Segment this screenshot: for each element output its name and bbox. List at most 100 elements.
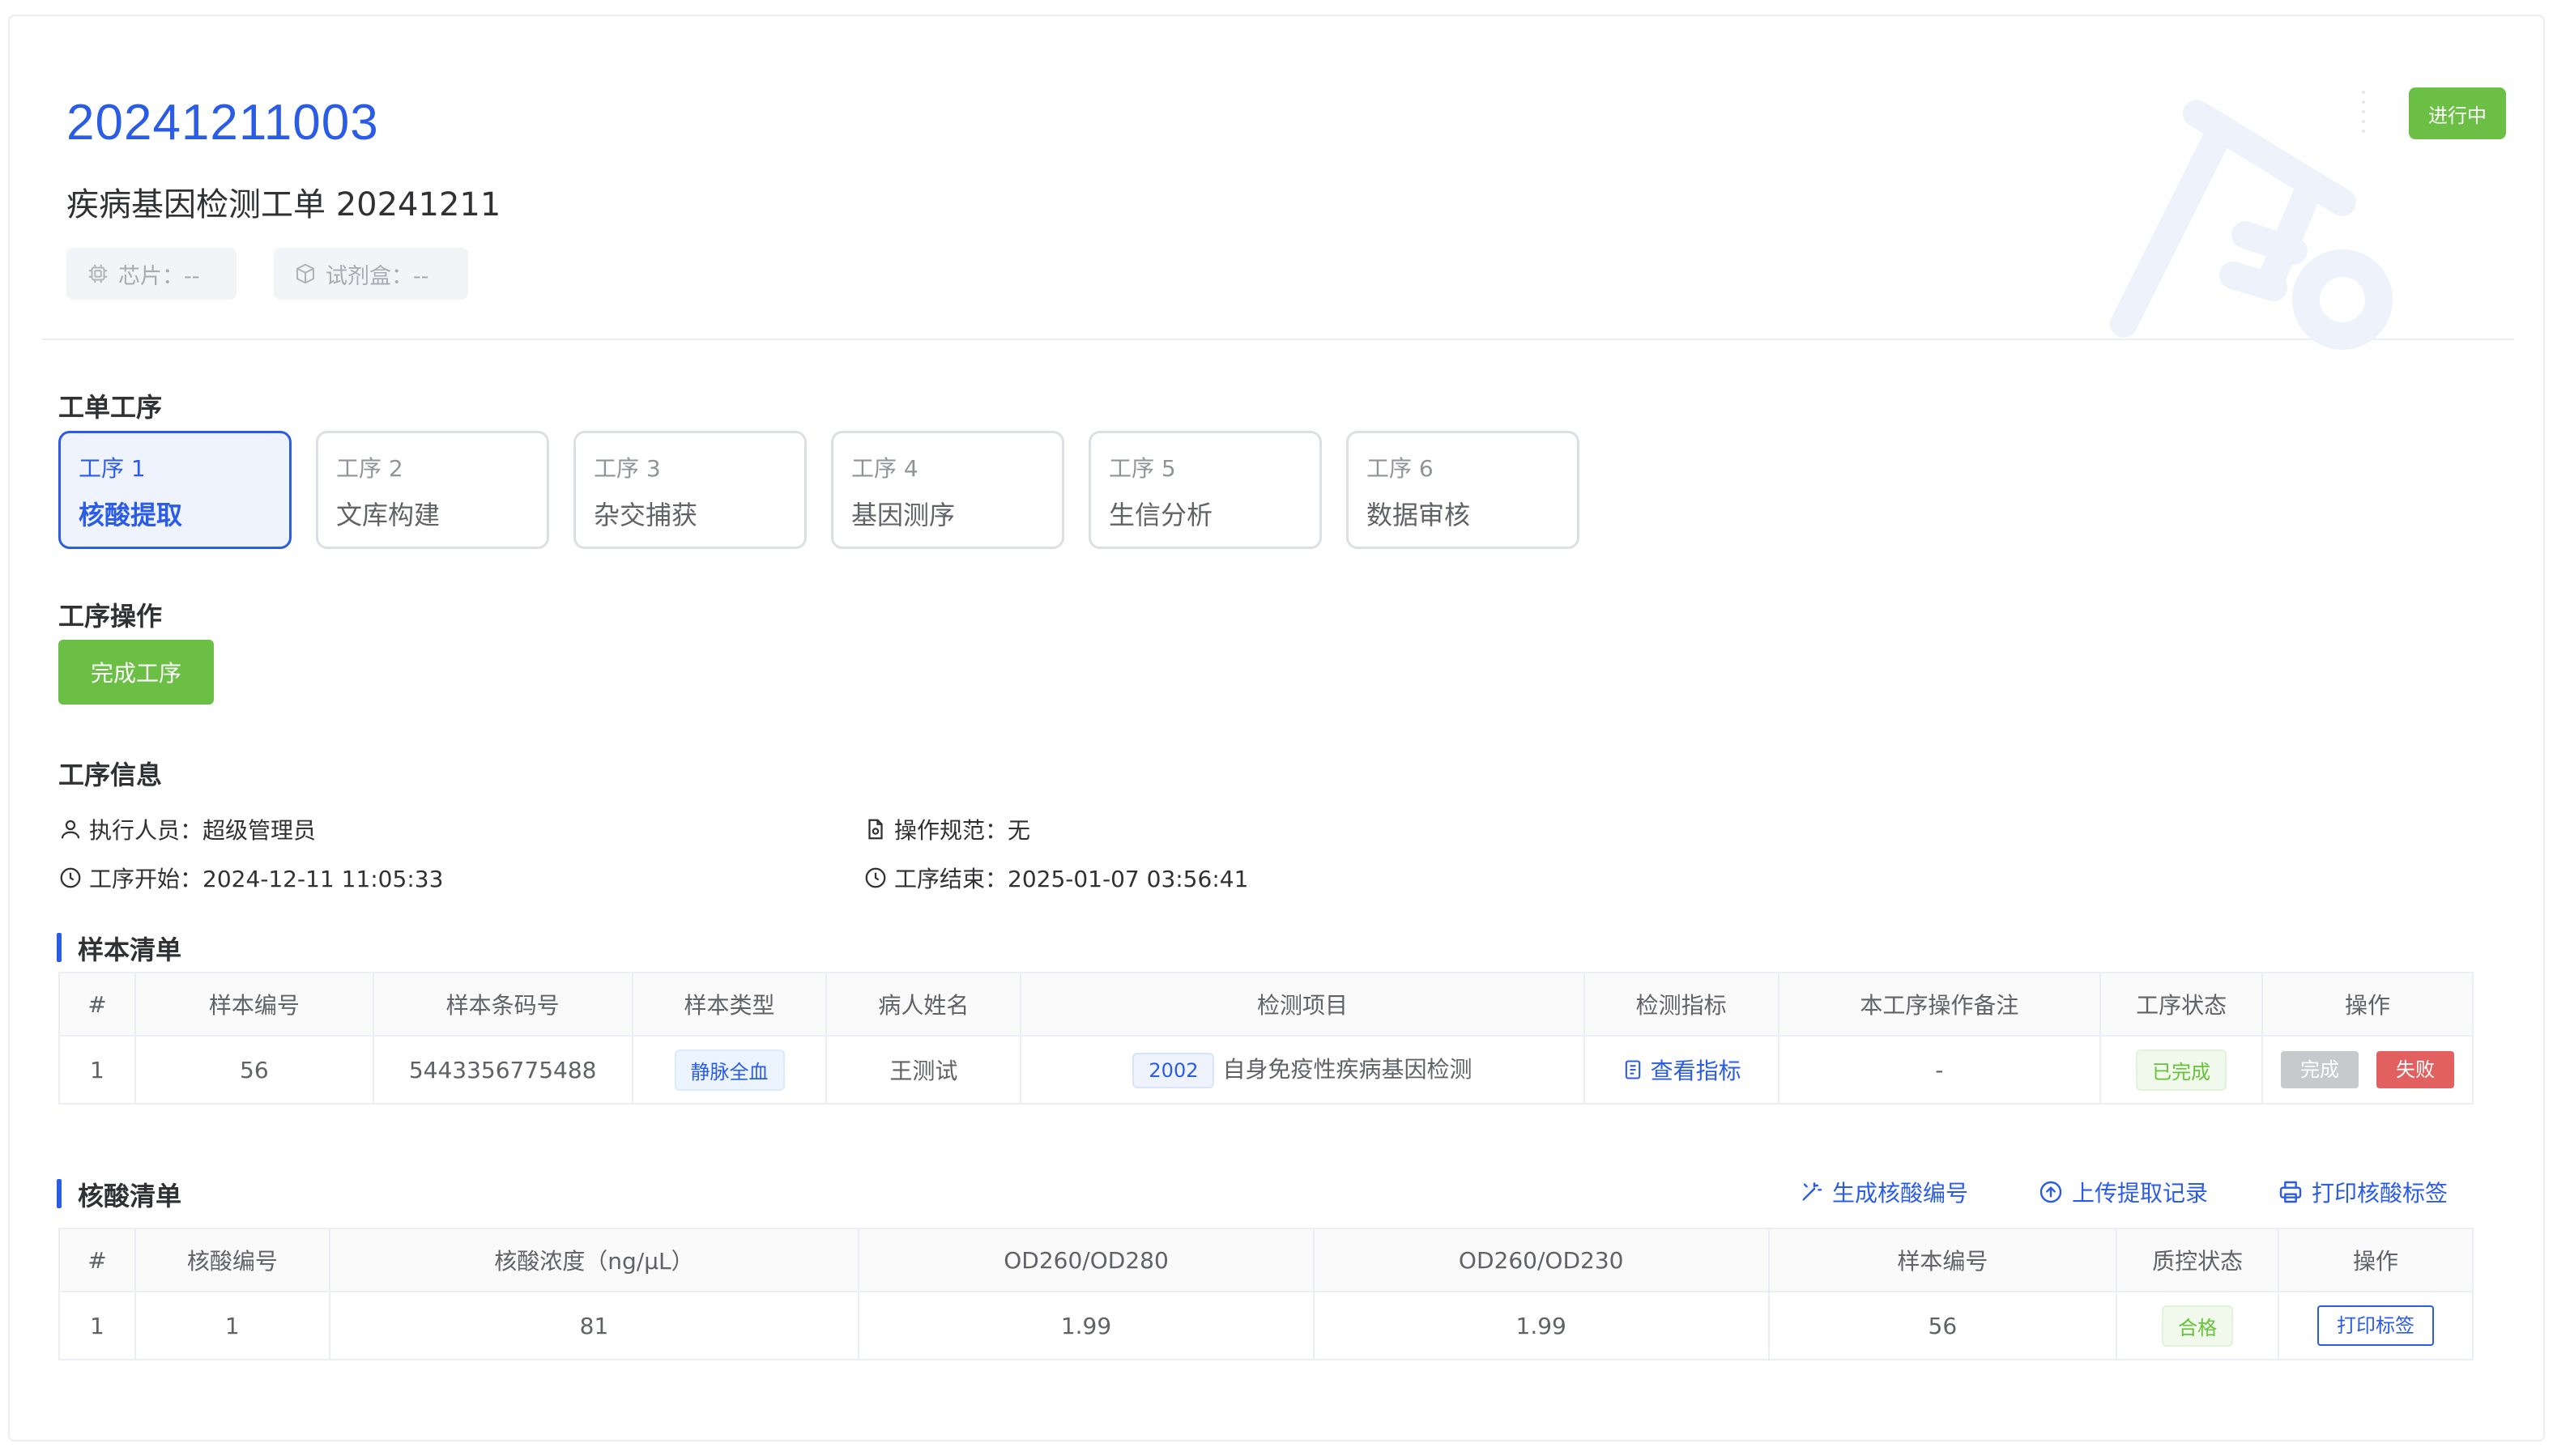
col-header: OD260/OD280 xyxy=(858,1228,1315,1292)
project-name: 自身免疫性疾病基因检测 xyxy=(1222,1055,1473,1083)
step-status-tag: 已完成 xyxy=(2136,1049,2227,1091)
operator-info: 执行人员：超级管理员 xyxy=(58,813,316,845)
kit-tag: 试剂盒：-- xyxy=(274,248,468,300)
row-index: 1 xyxy=(58,1291,136,1360)
od260-od230: 1.99 xyxy=(1312,1291,1770,1360)
col-header: 核酸浓度（ng/μL） xyxy=(328,1228,860,1292)
step-number: 工序 3 xyxy=(594,455,661,482)
chip-icon xyxy=(88,264,108,283)
nucleic-section-title: 核酸清单 xyxy=(57,1176,181,1213)
generate-nucleic-no-label: 生成核酸编号 xyxy=(1832,1180,1969,1207)
start-time-info: 工序开始：2024-12-11 11:05:33 xyxy=(58,862,443,894)
box-icon xyxy=(296,263,314,284)
chip-label: 芯片：-- xyxy=(118,263,200,289)
order-header: 20241211003 疾病基因检测工单 20241211 芯片：-- 试剂盒：… xyxy=(42,16,2514,350)
step-name: 基因测序 xyxy=(851,500,956,530)
step-name: 文库构建 xyxy=(336,500,441,530)
ops-section-title: 工序操作 xyxy=(58,601,163,632)
step-name: 杂交捕获 xyxy=(594,500,698,530)
complete-step-button[interactable]: 完成工序 xyxy=(58,640,214,705)
upload-extraction-record-button[interactable]: 上传提取记录 xyxy=(2038,1176,2208,1208)
document-icon xyxy=(1625,1059,1640,1079)
info-section-title: 工序信息 xyxy=(58,760,163,790)
qc-status-tag: 合格 xyxy=(2162,1305,2234,1347)
print-label-button[interactable]: 打印标签 xyxy=(2317,1305,2435,1346)
col-header: 样本类型 xyxy=(631,972,828,1037)
spec-info: 操作规范：无 xyxy=(863,813,1030,845)
sample-type-tag: 静脉全血 xyxy=(674,1049,785,1091)
mark-done-button[interactable]: 完成 xyxy=(2281,1051,2359,1088)
col-header: 样本编号 xyxy=(134,972,374,1037)
flask-watermark-icon xyxy=(2110,100,2393,350)
nucleic-number: 1 xyxy=(134,1291,330,1360)
status-badge: 进行中 xyxy=(2409,87,2506,139)
steps-section-title: 工单工序 xyxy=(58,392,163,423)
step-card-1[interactable]: 工序 1 核酸提取 xyxy=(58,431,292,549)
more-dots-icon[interactable] xyxy=(2362,91,2367,139)
step-name: 数据审核 xyxy=(1366,500,1471,530)
nucleic-concentration: 81 xyxy=(328,1291,860,1360)
operator-text: 执行人员：超级管理员 xyxy=(89,817,317,844)
patient-name: 王测试 xyxy=(825,1035,1022,1105)
project-code-tag: 2002 xyxy=(1132,1052,1215,1088)
clock-icon xyxy=(865,867,886,888)
generate-nucleic-no-button[interactable]: 生成核酸编号 xyxy=(1798,1176,1968,1208)
print-nucleic-label-button[interactable]: 打印核酸标签 xyxy=(2278,1176,2448,1208)
col-header: # xyxy=(58,1228,136,1292)
view-indicators-link[interactable]: 查看指标 xyxy=(1622,1054,1741,1086)
step-list: 工序 1 核酸提取 工序 2 文库构建 工序 3 杂交捕获 工序 4 基因测序 … xyxy=(58,431,1579,549)
work-order-card: 20241211003 疾病基因检测工单 20241211 芯片：-- 试剂盒：… xyxy=(8,15,2545,1441)
chip-tag: 芯片：-- xyxy=(66,248,237,300)
user-icon xyxy=(61,820,80,839)
col-header: 样本编号 xyxy=(1767,1228,2118,1292)
step-number: 工序 5 xyxy=(1109,455,1176,482)
nucleic-table: # 核酸编号 核酸浓度（ng/μL） OD260/OD280 OD260/OD2… xyxy=(58,1228,2474,1360)
col-header: 病人姓名 xyxy=(825,972,1022,1037)
col-header: 检测指标 xyxy=(1583,972,1779,1037)
sample-table: # 样本编号 样本条码号 样本类型 病人姓名 检测项目 检测指标 本工序操作备注… xyxy=(58,972,2474,1105)
document-settings-icon xyxy=(868,819,883,840)
step-name: 生信分析 xyxy=(1109,500,1213,530)
col-header: 操作 xyxy=(2278,1228,2474,1292)
table-row: 1 56 5443356775488 静脉全血 王测试 2002 自身免疫性疾病基… xyxy=(58,1035,2474,1105)
od260-od280: 1.99 xyxy=(858,1291,1315,1360)
print-nucleic-label-text: 打印核酸标签 xyxy=(2312,1180,2449,1207)
kit-label: 试剂盒：-- xyxy=(326,263,429,289)
col-header: 检测项目 xyxy=(1020,972,1585,1037)
step-number: 工序 2 xyxy=(336,455,403,482)
step-card-6[interactable]: 工序 6 数据审核 xyxy=(1346,431,1579,549)
end-time-text: 工序结束：2025-01-07 03:56:41 xyxy=(894,866,1249,892)
sample-number: 56 xyxy=(1767,1291,2118,1360)
col-header: 核酸编号 xyxy=(134,1228,330,1292)
printer-icon xyxy=(2279,1181,2302,1203)
magic-wand-icon xyxy=(1802,1182,1822,1201)
col-header: 本工序操作备注 xyxy=(1777,972,2102,1037)
sample-table-header: # 样本编号 样本条码号 样本类型 病人姓名 检测项目 检测指标 本工序操作备注… xyxy=(58,972,2474,1037)
col-header: 操作 xyxy=(2261,972,2474,1037)
step-remark: - xyxy=(1777,1035,2102,1105)
view-indicators-label: 查看指标 xyxy=(1650,1057,1741,1084)
order-name: 疾病基因检测工单 20241211 xyxy=(66,186,501,224)
upload-extraction-record-label: 上传提取记录 xyxy=(2072,1180,2209,1207)
step-card-3[interactable]: 工序 3 杂交捕获 xyxy=(573,431,807,549)
samples-section-title: 样本清单 xyxy=(57,930,181,967)
order-number: 20241211003 xyxy=(66,95,379,151)
spec-text: 操作规范：无 xyxy=(894,817,1031,844)
step-number: 工序 1 xyxy=(79,455,146,482)
table-row: 1 1 81 1.99 1.99 56 合格 打印标签 xyxy=(58,1291,2474,1360)
col-header: 样本条码号 xyxy=(372,972,633,1037)
step-name: 核酸提取 xyxy=(79,500,183,530)
step-card-5[interactable]: 工序 5 生信分析 xyxy=(1089,431,1322,549)
step-number: 工序 4 xyxy=(851,455,918,482)
sample-barcode: 5443356775488 xyxy=(372,1035,633,1105)
mark-failed-button[interactable]: 失败 xyxy=(2376,1051,2455,1088)
step-card-2[interactable]: 工序 2 文库构建 xyxy=(316,431,549,549)
step-card-4[interactable]: 工序 4 基因测序 xyxy=(831,431,1064,549)
col-header: OD260/OD230 xyxy=(1312,1228,1770,1292)
col-header: 质控状态 xyxy=(2116,1228,2280,1292)
nucleic-table-header: # 核酸编号 核酸浓度（ng/μL） OD260/OD280 OD260/OD2… xyxy=(58,1228,2474,1292)
col-header: # xyxy=(58,972,136,1037)
col-header: 工序状态 xyxy=(2099,972,2264,1037)
row-index: 1 xyxy=(58,1035,136,1105)
upload-icon xyxy=(2039,1181,2062,1203)
